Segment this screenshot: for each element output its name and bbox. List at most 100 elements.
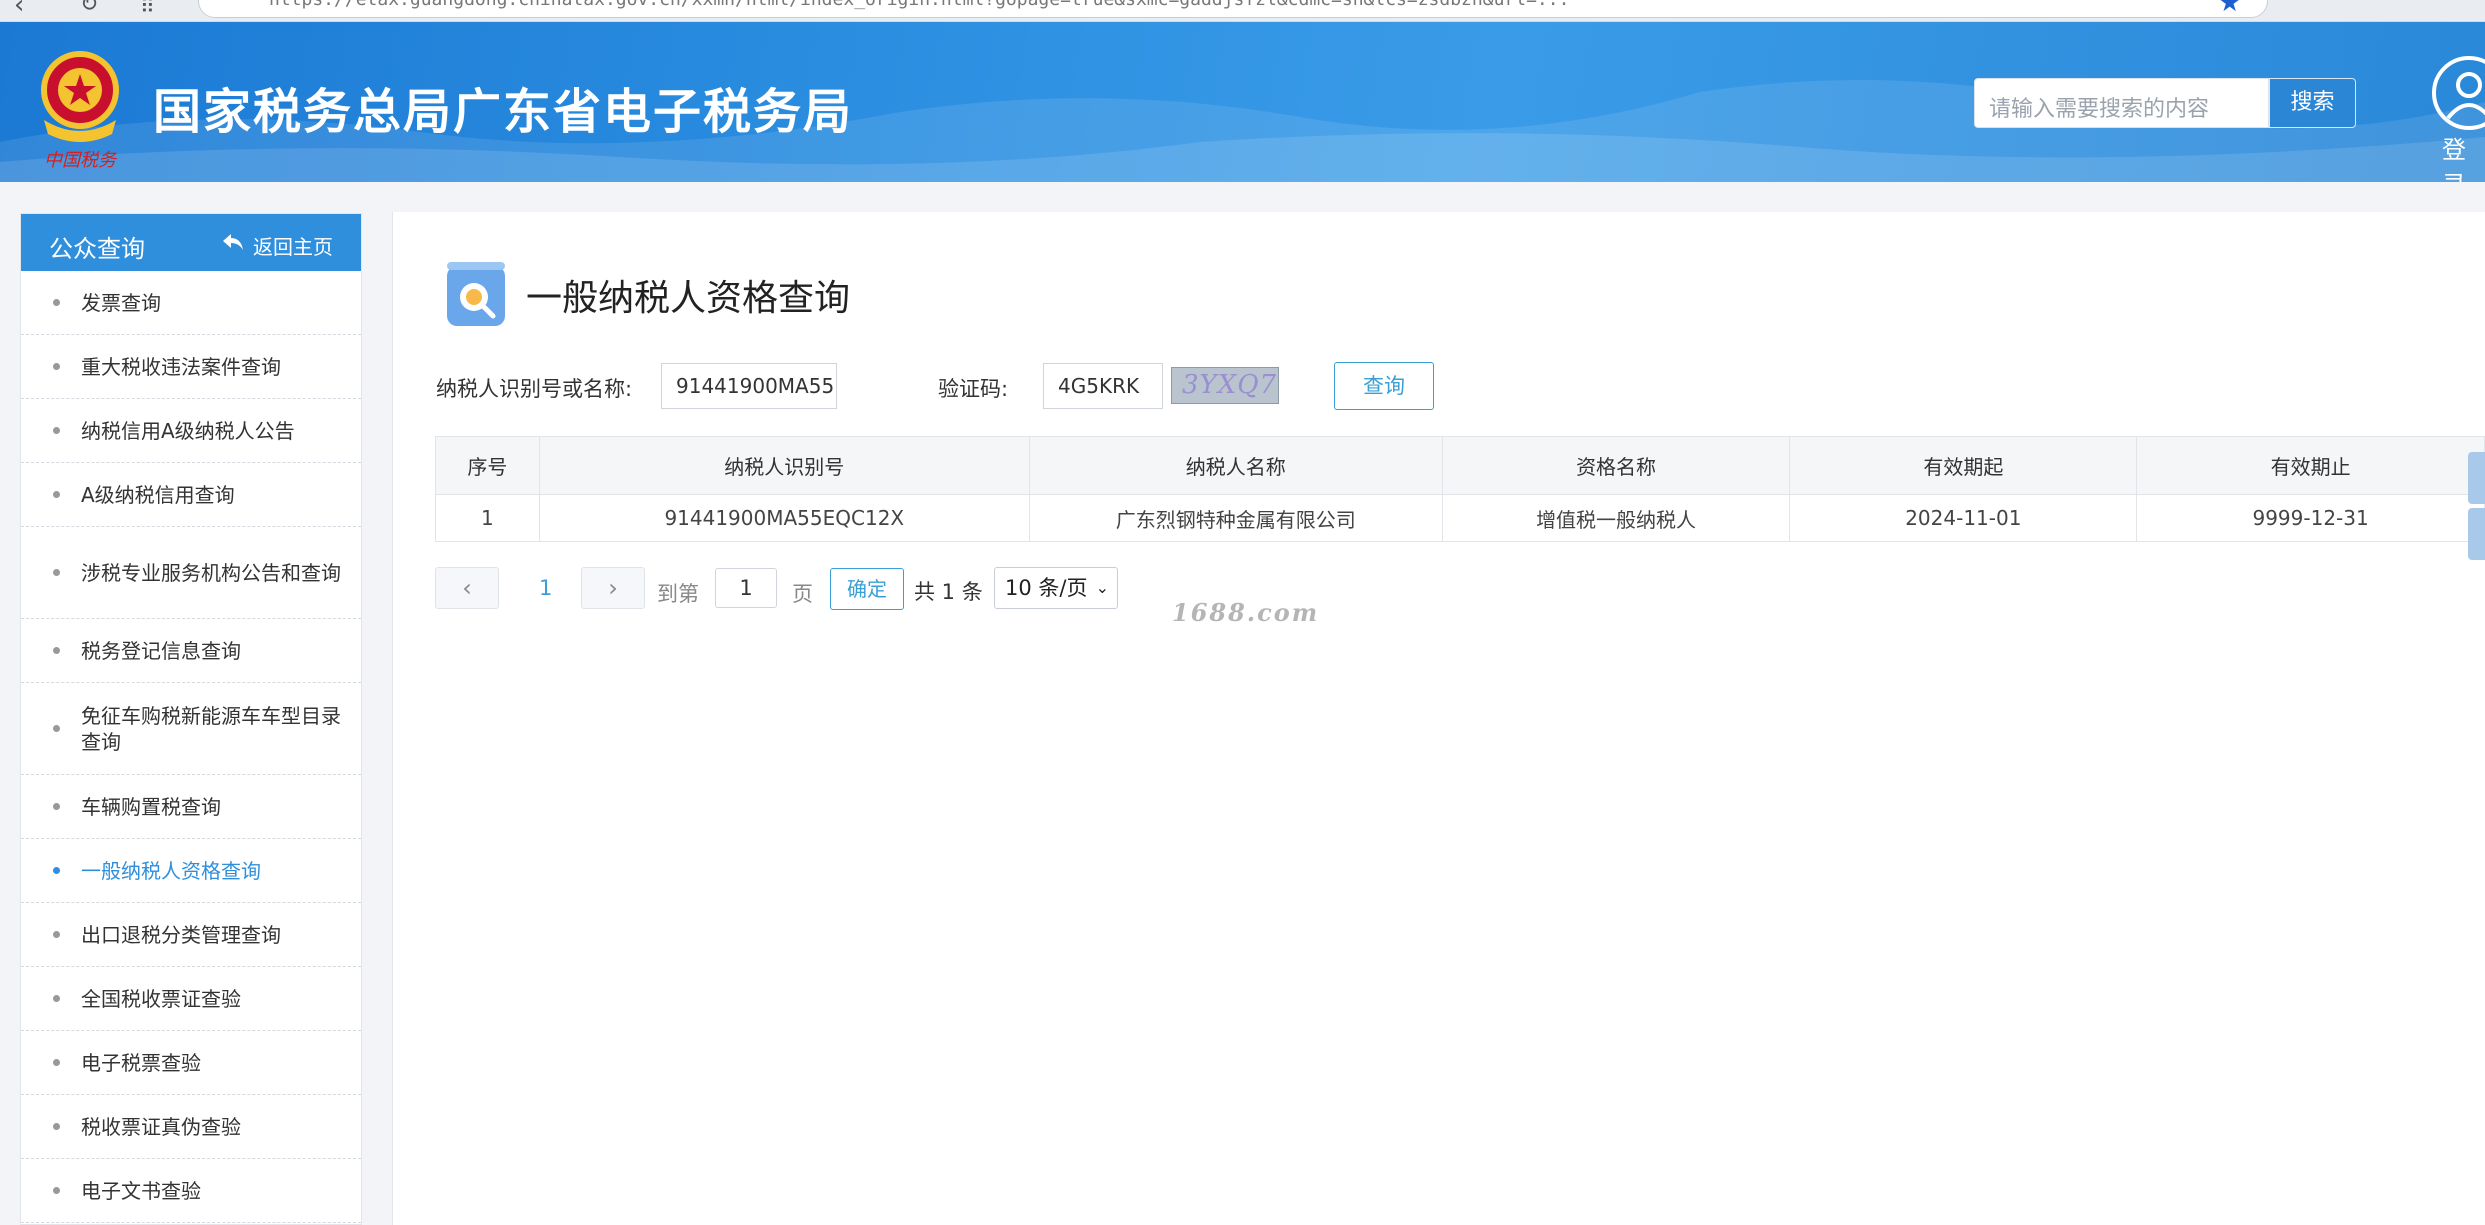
watermark-text: 1688.com bbox=[1172, 598, 1320, 627]
bullet-dot-icon bbox=[53, 867, 60, 874]
bullet-dot-icon bbox=[53, 803, 60, 810]
sidebar-menu: 发票查询重大税收违法案件查询 纳税信用A级纳税人公告 A级纳税信用查询涉税专业服务机… bbox=[21, 271, 361, 1223]
sidebar-item-label: 一般纳税人资格查询 bbox=[81, 858, 261, 883]
query-button[interactable]: 查询 bbox=[1334, 362, 1434, 410]
bullet-dot-icon bbox=[53, 427, 60, 434]
return-arrow-icon[interactable] bbox=[221, 232, 245, 252]
search-button[interactable]: 搜索 bbox=[2269, 78, 2356, 128]
sidebar-item[interactable]: 税务登记信息查询 bbox=[21, 619, 361, 683]
sidebar-item[interactable]: 税收票证真伪查验 bbox=[21, 1095, 361, 1159]
bullet-dot-icon bbox=[53, 491, 60, 498]
sidebar-item-label: 免征车购税新能源车车型目录查询 bbox=[81, 703, 341, 754]
taxpayer-id-input[interactable]: 91441900MA55EQC12X bbox=[661, 363, 837, 409]
bullet-dot-icon bbox=[53, 1059, 60, 1066]
site-header: 中国税务 国家税务总局广东省电子税务局 请输入需要搜索的内容 搜索 登录 bbox=[0, 22, 2485, 182]
bookmark-star-icon[interactable]: ★ bbox=[2218, 0, 2241, 18]
sidebar-item[interactable]: A级纳税信用查询 bbox=[21, 463, 361, 527]
page-unit-label: 页 bbox=[792, 582, 813, 606]
sidebar-header: 公众查询 返回主页 bbox=[21, 214, 361, 271]
page-size-value: 10 条/页 bbox=[1005, 576, 1088, 600]
search-input[interactable]: 请输入需要搜索的内容 bbox=[1974, 78, 2269, 128]
reload-icon[interactable]: ↻ bbox=[80, 0, 98, 17]
sidebar-item[interactable]: 电子文书查验 bbox=[21, 1159, 361, 1223]
floating-side-tabs[interactable] bbox=[2468, 452, 2485, 562]
table-body: 1 91441900MA55EQC12X 广东烈钢特种金属有限公司 增值税一般纳税人 2… bbox=[435, 494, 2485, 542]
sidebar-item[interactable]: 纳税信用A级纳税人公告 bbox=[21, 399, 361, 463]
sidebar-item[interactable]: 全国税收票证查验 bbox=[21, 967, 361, 1031]
tax-emblem-logo: 中国税务 bbox=[41, 51, 119, 171]
sidebar-item-label: 纳税信用A级纳税人公告 bbox=[81, 418, 295, 443]
bullet-dot-icon bbox=[53, 1123, 60, 1130]
sidebar-item-label: 重大税收违法案件查询 bbox=[81, 354, 281, 379]
bullet-dot-icon bbox=[53, 363, 60, 370]
sidebar-item[interactable]: 一般纳税人资格查询 bbox=[21, 839, 361, 903]
table-cell: 9999-12-31 bbox=[2136, 494, 2485, 542]
column-header: 序号 bbox=[435, 436, 540, 495]
sidebar-item[interactable]: 重大税收违法案件查询 bbox=[21, 335, 361, 399]
table-cell: 1 bbox=[435, 494, 540, 542]
next-page-button[interactable]: › bbox=[581, 567, 645, 609]
column-header: 资格名称 bbox=[1441, 436, 1791, 495]
table-cell: 2024-11-01 bbox=[1789, 494, 2138, 542]
bullet-dot-icon bbox=[53, 299, 60, 306]
chevron-down-icon: ⌄ bbox=[1095, 578, 1109, 597]
sidebar-item-label: 税务登记信息查询 bbox=[81, 638, 241, 663]
page-number-current[interactable]: 1 bbox=[539, 576, 552, 600]
sidebar-item-label: 车辆购置税查询 bbox=[81, 794, 221, 819]
sidebar-item-label: 电子文书查验 bbox=[81, 1178, 201, 1203]
bullet-dot-icon bbox=[53, 569, 60, 576]
taxpayer-id-label: 纳税人识别号或名称: bbox=[436, 377, 633, 401]
login-link[interactable]: 登录 bbox=[2442, 130, 2485, 182]
sidebar-item-label: 全国税收票证查验 bbox=[81, 986, 241, 1011]
sidebar-item[interactable]: 免征车购税新能源车车型目录查询 bbox=[21, 683, 361, 775]
table-header-row: 序号 纳税人识别号 纳税人名称 资格名称 有效期起 有效期止 bbox=[435, 436, 2485, 495]
table-cell: 广东烈钢特种金属有限公司 bbox=[1028, 494, 1443, 542]
back-to-home-link[interactable]: 返回主页 bbox=[253, 231, 333, 260]
bullet-dot-icon bbox=[53, 725, 60, 732]
page-title: 一般纳税人资格查询 bbox=[526, 278, 851, 319]
captcha-image[interactable]: 3YXQ7T bbox=[1171, 367, 1279, 404]
table-cell: 91441900MA55EQC12X bbox=[538, 494, 1030, 542]
captcha-label: 验证码: bbox=[938, 377, 1009, 401]
user-avatar-icon[interactable] bbox=[2432, 56, 2485, 130]
apps-icon[interactable]: ⠿ bbox=[140, 0, 155, 18]
sidebar-item-label: 税收票证真伪查验 bbox=[81, 1114, 241, 1139]
bullet-dot-icon bbox=[53, 995, 60, 1002]
goto-label: 到第 bbox=[657, 582, 699, 606]
sidebar-item-label: A级纳税信用查询 bbox=[81, 482, 235, 507]
sidebar-item-label: 电子税票查验 bbox=[81, 1050, 201, 1075]
captcha-image-text: 3YXQ7T bbox=[1182, 370, 1278, 400]
sidebar-item-label: 出口退税分类管理查询 bbox=[81, 922, 281, 947]
sidebar-item[interactable]: 车辆购置税查询 bbox=[21, 775, 361, 839]
column-header: 有效期起 bbox=[1789, 436, 2138, 495]
column-header: 纳税人名称 bbox=[1028, 436, 1443, 495]
bullet-dot-icon bbox=[53, 647, 60, 654]
goto-confirm-button[interactable]: 确定 bbox=[830, 568, 904, 610]
prev-page-button[interactable]: ‹ bbox=[435, 567, 499, 609]
column-header: 有效期止 bbox=[2136, 436, 2485, 495]
bullet-dot-icon bbox=[53, 1187, 60, 1194]
sidebar-item-label: 涉税专业服务机构公告和查询 bbox=[81, 560, 341, 585]
sidebar-item[interactable]: 电子税票查验 bbox=[21, 1031, 361, 1095]
table-row: 1 91441900MA55EQC12X 广东烈钢特种金属有限公司 增值税一般纳税人 2… bbox=[435, 494, 2485, 542]
sidebar-title: 公众查询 bbox=[49, 235, 145, 263]
column-header: 纳税人识别号 bbox=[538, 436, 1030, 495]
site-title: 国家税务总局广东省电子税务局 bbox=[153, 84, 854, 140]
goto-page-input[interactable]: 1 bbox=[715, 568, 777, 608]
back-arrow-icon[interactable]: ‹ bbox=[14, 0, 24, 20]
sidebar-item[interactable]: 发票查询 bbox=[21, 271, 361, 335]
total-count: 共 1 条 bbox=[914, 580, 983, 604]
results-table: 序号 纳税人识别号 纳税人名称 资格名称 有效期起 有效期止 1 91441900MA55E… bbox=[435, 436, 2485, 542]
sidebar-item-label: 发票查询 bbox=[81, 290, 161, 315]
sidebar-item[interactable]: 出口退税分类管理查询 bbox=[21, 903, 361, 967]
bullet-dot-icon bbox=[53, 931, 60, 938]
sidebar-item[interactable]: 涉税专业服务机构公告和查询 bbox=[21, 527, 361, 619]
browser-toolbar: ‹ ↻ ⠿ https://etax.guangdong.chinatax.go… bbox=[0, 0, 2485, 22]
emblem-text: 中国税务 bbox=[44, 150, 118, 171]
main-content: 一般纳税人资格查询 纳税人识别号或名称: 91441900MA55EQC12X … bbox=[392, 212, 2485, 1225]
table-cell: 增值税一般纳税人 bbox=[1441, 494, 1791, 542]
address-bar[interactable]: https://etax.guangdong.chinatax.gov.cn/x… bbox=[198, 0, 2268, 18]
page-size-select[interactable]: 10 条/页 ⌄ bbox=[994, 567, 1118, 609]
captcha-input[interactable]: 4G5KRK bbox=[1043, 363, 1163, 409]
left-sidebar: 公众查询 返回主页 发票查询重大税收违法案件查询 纳税信用A级纳税人公告 A级纳税信… bbox=[20, 213, 362, 1225]
